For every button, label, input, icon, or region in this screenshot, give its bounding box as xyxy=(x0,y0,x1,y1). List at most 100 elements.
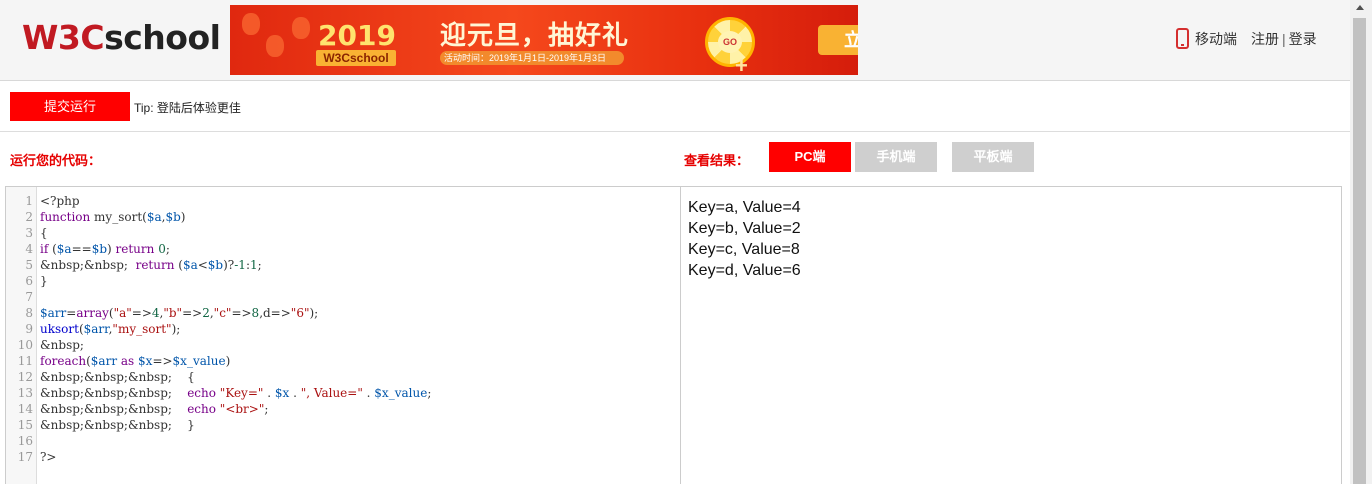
run-code-label: 运行您的代码： xyxy=(10,153,102,168)
banner-brand: W3Cschool xyxy=(316,50,396,66)
code-token: ; xyxy=(264,402,269,416)
code-token: $arr xyxy=(90,354,118,368)
code-line[interactable]: 1 <?php xyxy=(6,193,431,209)
code-token: 2 xyxy=(202,306,210,320)
code-lines[interactable]: 1 <?php 2 function my_sort($a,$b) 3{4 if ($a=… xyxy=(6,193,432,465)
phone-icon[interactable] xyxy=(1176,28,1189,49)
line-content: &nbsp; xyxy=(40,337,84,353)
code-token: $b xyxy=(207,258,224,272)
code-token: $a xyxy=(182,258,198,272)
code-line[interactable]: 2 function my_sort($a,$b) xyxy=(6,209,431,225)
line-number: 11 xyxy=(17,354,33,368)
code-token: $a xyxy=(56,242,72,256)
code-line[interactable]: 13 &nbsp;&nbsp;&nbsp; echo "Key=" . $x . … xyxy=(6,385,432,401)
login-tip: Tip: 登陆后体验更佳 xyxy=(134,101,241,115)
code-token: { xyxy=(40,226,48,240)
line-number: 10 xyxy=(17,338,33,352)
code-line[interactable]: 16 xyxy=(6,433,431,449)
code-token: "b" xyxy=(163,306,183,320)
code-editor[interactable]: 1 <?php 2 function my_sort($a,$b) 3{4 if ($a=… xyxy=(5,186,681,484)
code-token: $x xyxy=(274,386,290,400)
banner-year: 2019 xyxy=(318,19,396,52)
code-token: ( xyxy=(174,258,183,272)
register-link[interactable]: 注册 xyxy=(1251,29,1279,49)
promo-banner[interactable]: 2019 W3Cschool 迎元旦，抽好礼 活动时间：2019年1月1日-20… xyxy=(230,5,858,75)
pc-view-button[interactable]: PC端 xyxy=(769,142,851,172)
code-token: . xyxy=(289,386,301,400)
banner-date: 活动时间：2019年1月1日-2019年1月3日 xyxy=(440,51,624,65)
line-number: 3 xyxy=(25,226,33,240)
code-line[interactable]: 5 &nbsp;&nbsp; return ($a<$b)?-1:1; xyxy=(6,257,431,273)
line-number: 9 xyxy=(25,322,33,336)
lantern-decoration xyxy=(242,13,260,35)
view-result-label: 查看结果： xyxy=(684,153,750,168)
code-token: uksort xyxy=(40,322,79,336)
result-panel: Key=a, Value=4 Key=b, Value=2 Key=c, Value… xyxy=(681,186,1342,484)
line-content: &nbsp;&nbsp;&nbsp; } xyxy=(40,417,195,433)
mobile-link[interactable]: 移动端 xyxy=(1195,29,1237,49)
code-token: as xyxy=(120,354,135,368)
code-line[interactable]: 15 &nbsp;&nbsp;&nbsp; } xyxy=(6,417,431,433)
tablet-view-button[interactable]: 平板端 xyxy=(952,142,1034,172)
code-token: "Key=" xyxy=(219,386,264,400)
code-token: . xyxy=(362,386,375,400)
code-line[interactable]: 4 if ($a==$b) return 0; xyxy=(6,241,431,257)
line-content: &nbsp;&nbsp; return ($a<$b)?-1:1; xyxy=(40,257,262,273)
banner-cta-button[interactable]: 立 xyxy=(818,25,858,55)
code-token: ", Value=" xyxy=(300,386,363,400)
code-token: &nbsp;&nbsp;&nbsp; xyxy=(40,402,188,416)
line-content: &nbsp;&nbsp;&nbsp; echo "<br>"; xyxy=(40,401,268,417)
mobile-view-button[interactable]: 手机端 xyxy=(855,142,937,172)
code-token: ; xyxy=(257,258,262,272)
code-token: $b xyxy=(165,210,181,224)
code-token: ) xyxy=(225,354,231,368)
code-line[interactable]: 3{ xyxy=(6,225,431,241)
line-number: 7 xyxy=(25,290,33,304)
logo-prefix: W3C xyxy=(22,18,105,57)
code-token: "c" xyxy=(213,306,232,320)
code-line[interactable]: 11 foreach($arr as $x=>$x_value) xyxy=(6,353,431,369)
line-number: 8 xyxy=(25,306,33,320)
plus-decoration: + xyxy=(735,53,748,75)
code-token: $arr xyxy=(40,306,67,320)
code-token: => xyxy=(131,306,152,320)
login-link[interactable]: 登录 xyxy=(1289,29,1317,49)
code-token: &nbsp;&nbsp;&nbsp; { xyxy=(40,370,195,384)
wheel-label: GO xyxy=(718,31,742,53)
code-token: . xyxy=(263,386,275,400)
line-content: uksort($arr,"my_sort"); xyxy=(40,321,180,337)
code-token: 4 xyxy=(151,306,160,320)
line-number: 5 xyxy=(25,258,33,272)
line-number: 6 xyxy=(25,274,33,288)
top-nav: 移动端 注册 | 登录 xyxy=(1176,28,1317,49)
code-line[interactable]: 6} xyxy=(6,273,431,289)
code-token: 0 xyxy=(158,242,166,256)
code-token: $x_value xyxy=(374,386,428,400)
line-number: 14 xyxy=(17,402,33,416)
code-line[interactable]: 10 &nbsp; xyxy=(6,337,431,353)
nav-separator: | xyxy=(1282,30,1286,47)
line-number: 1 xyxy=(25,194,33,208)
submit-run-button[interactable]: 提交运行 xyxy=(10,92,130,121)
code-line[interactable]: 14 &nbsp;&nbsp;&nbsp; echo "<br>"; xyxy=(6,401,431,417)
scrollbar-thumb[interactable] xyxy=(1353,18,1366,484)
code-line[interactable]: 9 uksort($arr,"my_sort"); xyxy=(6,321,431,337)
code-token: &nbsp;&nbsp;&nbsp; } xyxy=(40,418,195,432)
code-line[interactable]: 7 xyxy=(6,289,431,305)
line-content: if ($a==$b) return 0; xyxy=(40,241,170,257)
code-token: ); xyxy=(309,306,319,320)
code-line[interactable]: 8 $arr=array("a"=>4,"b"=>2,"c"=>8,d=>"6")… xyxy=(6,305,431,321)
code-token: 1 xyxy=(250,258,258,272)
code-token: &nbsp;&nbsp;&nbsp; xyxy=(40,386,188,400)
scroll-up-arrow-icon[interactable] xyxy=(1356,5,1364,10)
code-token: echo xyxy=(187,386,216,400)
code-token: ,d=> xyxy=(259,306,291,320)
code-token: = xyxy=(66,306,77,320)
code-line[interactable]: 17 ?> xyxy=(6,449,431,465)
site-logo[interactable]: W3Cschool xyxy=(22,18,221,57)
code-token: my_sort( xyxy=(90,210,147,224)
code-token: ( xyxy=(48,242,57,256)
code-line[interactable]: 12 &nbsp;&nbsp;&nbsp; { xyxy=(6,369,431,385)
code-token: "a" xyxy=(113,306,132,320)
code-token: => xyxy=(182,306,203,320)
